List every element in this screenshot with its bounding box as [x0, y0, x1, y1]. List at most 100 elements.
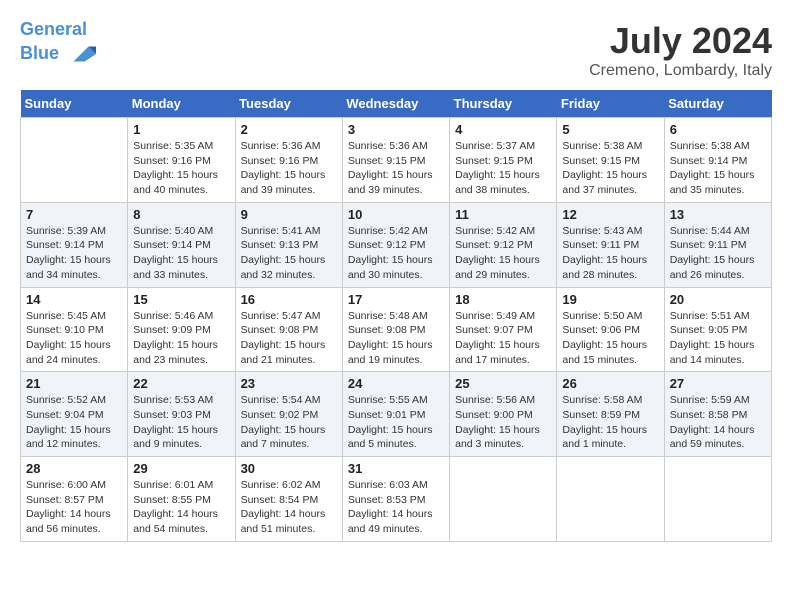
weekday-header: Wednesday [342, 90, 449, 118]
calendar-cell: 18Sunrise: 5:49 AM Sunset: 9:07 PM Dayli… [450, 287, 557, 372]
calendar-cell: 7Sunrise: 5:39 AM Sunset: 9:14 PM Daylig… [21, 202, 128, 287]
calendar-cell: 23Sunrise: 5:54 AM Sunset: 9:02 PM Dayli… [235, 372, 342, 457]
day-number: 9 [241, 207, 337, 222]
day-info: Sunrise: 5:53 AM Sunset: 9:03 PM Dayligh… [133, 393, 229, 452]
day-number: 7 [26, 207, 122, 222]
calendar-cell: 21Sunrise: 5:52 AM Sunset: 9:04 PM Dayli… [21, 372, 128, 457]
calendar-cell: 16 Sunrise: 5:47 AM Sunset: 9:08 PM Dayli… [235, 287, 342, 372]
day-number: 4 [455, 122, 551, 137]
day-info: Sunrise: 5:48 AM Sunset: 9:08 PM Dayligh… [348, 309, 444, 368]
day-number: 11 [455, 207, 551, 222]
calendar-week-row: 21Sunrise: 5:52 AM Sunset: 9:04 PM Dayli… [21, 372, 772, 457]
weekday-header: Monday [128, 90, 235, 118]
calendar-cell [664, 457, 771, 542]
day-info: Sunrise: 5:42 AM Sunset: 9:12 PM Dayligh… [455, 224, 551, 283]
calendar-cell: 3Sunrise: 5:36 AM Sunset: 9:15 PM Daylig… [342, 118, 449, 203]
day-number: 19 [562, 292, 658, 307]
calendar-cell: 25Sunrise: 5:56 AM Sunset: 9:00 PM Dayli… [450, 372, 557, 457]
day-info: Sunrise: 5:45 AM Sunset: 9:10 PM Dayligh… [26, 309, 122, 368]
day-info: Sunrise: 5:59 AM Sunset: 8:58 PM Dayligh… [670, 393, 766, 452]
day-info: Sunrise: 5:46 AM Sunset: 9:09 PM Dayligh… [133, 309, 229, 368]
day-info: Sunrise: 5:51 AM Sunset: 9:05 PM Dayligh… [670, 309, 766, 368]
calendar-week-row: 7Sunrise: 5:39 AM Sunset: 9:14 PM Daylig… [21, 202, 772, 287]
calendar-cell: 24 Sunrise: 5:55 AM Sunset: 9:01 PM Dayli… [342, 372, 449, 457]
calendar-cell: 26 Sunrise: 5:58 AM Sunset: 8:59 PM Dayli… [557, 372, 664, 457]
day-number: 14 [26, 292, 122, 307]
day-number: 28 [26, 461, 122, 476]
calendar-cell: 8 Sunrise: 5:40 AM Sunset: 9:14 PM Daylig… [128, 202, 235, 287]
day-number: 31 [348, 461, 444, 476]
weekday-header: Tuesday [235, 90, 342, 118]
calendar-cell: 17Sunrise: 5:48 AM Sunset: 9:08 PM Dayli… [342, 287, 449, 372]
day-number: 29 [133, 461, 229, 476]
day-number: 10 [348, 207, 444, 222]
title-block: July 2024 Cremeno, Lombardy, Italy [589, 20, 772, 80]
day-info: Sunrise: 5:36 AM Sunset: 9:15 PM Dayligh… [348, 139, 444, 198]
day-number: 6 [670, 122, 766, 137]
day-info: Sunrise: 5:58 AM Sunset: 8:59 PM Dayligh… [562, 393, 658, 452]
page-header: General Blue July 2024 Cremeno, Lombardy… [20, 20, 772, 80]
day-info: Sunrise: 5:43 AM Sunset: 9:11 PM Dayligh… [562, 224, 658, 283]
weekday-header: Friday [557, 90, 664, 118]
calendar-body: 1 Sunrise: 5:35 AM Sunset: 9:16 PM Daylig… [21, 118, 772, 542]
calendar-cell [557, 457, 664, 542]
day-number: 24 [348, 376, 444, 391]
calendar-cell: 22 Sunrise: 5:53 AM Sunset: 9:03 PM Dayli… [128, 372, 235, 457]
calendar-cell: 20 Sunrise: 5:51 AM Sunset: 9:05 PM Dayli… [664, 287, 771, 372]
day-number: 18 [455, 292, 551, 307]
day-number: 27 [670, 376, 766, 391]
day-info: Sunrise: 6:01 AM Sunset: 8:55 PM Dayligh… [133, 478, 229, 537]
day-info: Sunrise: 5:55 AM Sunset: 9:01 PM Dayligh… [348, 393, 444, 452]
calendar-cell: 9 Sunrise: 5:41 AM Sunset: 9:13 PM Daylig… [235, 202, 342, 287]
calendar-cell: 13 Sunrise: 5:44 AM Sunset: 9:11 PM Dayli… [664, 202, 771, 287]
day-info: Sunrise: 5:41 AM Sunset: 9:13 PM Dayligh… [241, 224, 337, 283]
day-info: Sunrise: 5:47 AM Sunset: 9:08 PM Dayligh… [241, 309, 337, 368]
day-number: 30 [241, 461, 337, 476]
day-number: 15 [133, 292, 229, 307]
day-number: 1 [133, 122, 229, 137]
month-year: July 2024 [589, 20, 772, 62]
day-info: Sunrise: 5:44 AM Sunset: 9:11 PM Dayligh… [670, 224, 766, 283]
day-number: 26 [562, 376, 658, 391]
day-number: 8 [133, 207, 229, 222]
day-info: Sunrise: 6:00 AM Sunset: 8:57 PM Dayligh… [26, 478, 122, 537]
day-info: Sunrise: 5:38 AM Sunset: 9:15 PM Dayligh… [562, 139, 658, 198]
header-row: SundayMondayTuesdayWednesdayThursdayFrid… [21, 90, 772, 118]
calendar-week-row: 1 Sunrise: 5:35 AM Sunset: 9:16 PM Daylig… [21, 118, 772, 203]
day-number: 2 [241, 122, 337, 137]
calendar-header: SundayMondayTuesdayWednesdayThursdayFrid… [21, 90, 772, 118]
day-number: 16 [241, 292, 337, 307]
calendar-cell: 27 Sunrise: 5:59 AM Sunset: 8:58 PM Dayli… [664, 372, 771, 457]
day-info: Sunrise: 5:36 AM Sunset: 9:16 PM Dayligh… [241, 139, 337, 198]
day-number: 12 [562, 207, 658, 222]
day-info: Sunrise: 5:40 AM Sunset: 9:14 PM Dayligh… [133, 224, 229, 283]
day-number: 13 [670, 207, 766, 222]
day-number: 20 [670, 292, 766, 307]
calendar-cell: 1 Sunrise: 5:35 AM Sunset: 9:16 PM Daylig… [128, 118, 235, 203]
day-info: Sunrise: 5:35 AM Sunset: 9:16 PM Dayligh… [133, 139, 229, 198]
calendar-cell: 6 Sunrise: 5:38 AM Sunset: 9:14 PM Daylig… [664, 118, 771, 203]
calendar-cell: 15 Sunrise: 5:46 AM Sunset: 9:09 PM Dayli… [128, 287, 235, 372]
calendar-cell [450, 457, 557, 542]
calendar-table: SundayMondayTuesdayWednesdayThursdayFrid… [20, 90, 772, 542]
calendar-cell: 11 Sunrise: 5:42 AM Sunset: 9:12 PM Dayli… [450, 202, 557, 287]
day-info: Sunrise: 5:52 AM Sunset: 9:04 PM Dayligh… [26, 393, 122, 452]
calendar-week-row: 14 Sunrise: 5:45 AM Sunset: 9:10 PM Dayli… [21, 287, 772, 372]
day-info: Sunrise: 5:38 AM Sunset: 9:14 PM Dayligh… [670, 139, 766, 198]
calendar-cell [21, 118, 128, 203]
day-info: Sunrise: 5:42 AM Sunset: 9:12 PM Dayligh… [348, 224, 444, 283]
logo-text: General [20, 20, 96, 40]
logo-text2: Blue [20, 40, 96, 68]
location: Cremeno, Lombardy, Italy [589, 62, 772, 80]
day-number: 22 [133, 376, 229, 391]
day-number: 25 [455, 376, 551, 391]
calendar-cell: 29 Sunrise: 6:01 AM Sunset: 8:55 PM Dayli… [128, 457, 235, 542]
day-info: Sunrise: 6:02 AM Sunset: 8:54 PM Dayligh… [241, 478, 337, 537]
calendar-cell: 28 Sunrise: 6:00 AM Sunset: 8:57 PM Dayli… [21, 457, 128, 542]
weekday-header: Saturday [664, 90, 771, 118]
logo: General Blue [20, 20, 96, 68]
day-info: Sunrise: 6:03 AM Sunset: 8:53 PM Dayligh… [348, 478, 444, 537]
calendar-cell: 14 Sunrise: 5:45 AM Sunset: 9:10 PM Dayli… [21, 287, 128, 372]
calendar-cell: 12 Sunrise: 5:43 AM Sunset: 9:11 PM Dayli… [557, 202, 664, 287]
calendar-cell: 19Sunrise: 5:50 AM Sunset: 9:06 PM Dayli… [557, 287, 664, 372]
